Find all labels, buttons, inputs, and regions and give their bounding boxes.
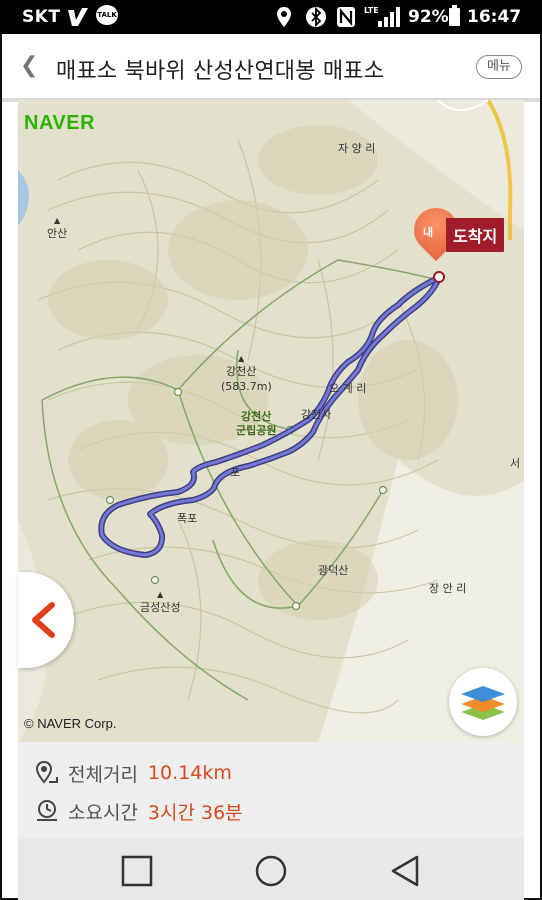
time-row: 소요시간 3시간 36분 xyxy=(34,796,243,826)
back-icon[interactable] xyxy=(388,854,422,888)
nfc-icon xyxy=(337,7,355,27)
place-gwangdeoksan: 광덕산 xyxy=(318,564,349,577)
place-po: 포 xyxy=(230,466,241,479)
route-info-panel: 전체거리 10.14km 소요시간 3시간 36분 xyxy=(18,742,524,838)
carrier-label: SKT xyxy=(22,7,61,27)
time-value: 3시간 36분 xyxy=(147,801,243,824)
signal-brand-icon xyxy=(68,8,88,26)
place-ogye: 오 계 리 xyxy=(329,382,367,395)
place-jangan: 장 안 리 xyxy=(429,582,467,595)
time-label: 소요시간 xyxy=(68,801,138,824)
clock-pin-icon xyxy=(37,800,57,821)
place-gangcheonsan-altitude: (583.7m) xyxy=(221,380,272,393)
place-gangcheonsa: 강천사 xyxy=(301,408,332,421)
app-header: ❮ 매표소 북바위 산성산연대봉 매표소 메뉴 xyxy=(2,34,540,102)
arrival-label[interactable]: 도착지 xyxy=(446,218,505,252)
location-icon xyxy=(277,7,291,27)
place-jayang: 자 양 리 xyxy=(338,142,376,155)
system-navigation-bar xyxy=(18,838,524,900)
battery-icon xyxy=(449,5,460,26)
battery-level: 92% xyxy=(408,7,449,27)
map-view[interactable]: NAVER 자 양 리 안산 강천산 (583.7m) 오 계 리 강천산 군립… xyxy=(18,100,524,742)
recent-apps-icon[interactable] xyxy=(120,854,154,888)
map-layers-button[interactable] xyxy=(449,668,517,736)
signal-strength-icon xyxy=(378,7,400,27)
map-copyright: © NAVER Corp. xyxy=(24,716,117,731)
pin-label: 내 xyxy=(423,226,434,239)
place-gangcheonsan: 강천산 xyxy=(226,354,256,379)
layers-icon xyxy=(461,686,505,720)
naver-logo: NAVER xyxy=(24,112,96,134)
distance-row: 전체거리 10.14km xyxy=(34,758,232,788)
place-pokpo: 폭포 xyxy=(177,512,198,525)
lte-badge: LTE xyxy=(364,6,379,15)
distance-value: 10.14km xyxy=(147,762,232,784)
route-distance-icon xyxy=(35,760,58,784)
back-chevron-icon[interactable]: ❮ xyxy=(20,54,38,78)
page-title: 매표소 북바위 산성산연대봉 매표소 xyxy=(56,59,385,84)
distance-label: 전체거리 xyxy=(68,763,138,786)
chevron-left-icon xyxy=(32,602,55,638)
bluetooth-icon xyxy=(306,6,326,28)
place-geumseongsanseong: 금성산성 xyxy=(140,590,180,615)
home-icon[interactable] xyxy=(254,854,288,888)
menu-button[interactable]: 메뉴 xyxy=(476,55,522,79)
place-seo: 서 xyxy=(510,457,521,470)
clock: 16:47 xyxy=(467,7,522,27)
status-bar: SKT TALK LTE 92% 16:47 xyxy=(0,0,542,34)
place-ansan: 안산 xyxy=(47,216,67,241)
kakao-talk-icon: TALK xyxy=(96,5,118,25)
place-park-type: 군립공원 xyxy=(236,424,277,437)
